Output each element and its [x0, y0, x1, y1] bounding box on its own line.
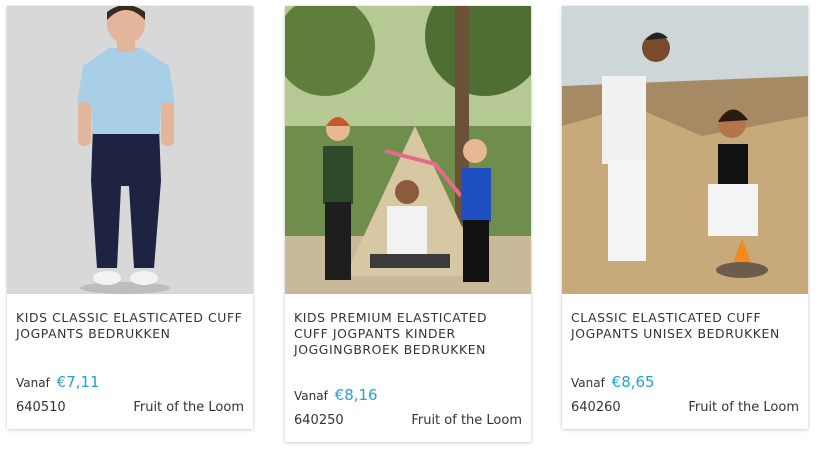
price-row: Vanaf €7,11 — [16, 373, 100, 391]
product-meta: 640250 Fruit of the Loom — [294, 413, 522, 428]
product-brand: Fruit of the Loom — [411, 413, 522, 428]
product-meta: 640510 Fruit of the Loom — [16, 400, 244, 415]
price-row: Vanaf €8,16 — [294, 386, 378, 404]
product-brand: Fruit of the Loom — [688, 400, 799, 415]
product-image[interactable] — [7, 6, 253, 294]
price-prefix: Vanaf — [294, 389, 328, 403]
product-sku: 640250 — [294, 413, 344, 428]
product-title[interactable]: CLASSIC ELASTICATED CUFF JOGPANTS UNISEX… — [571, 310, 803, 342]
price-row: Vanaf €8,65 — [571, 373, 655, 391]
product-sku: 640510 — [16, 400, 66, 415]
price: €8,65 — [611, 373, 655, 391]
product-image[interactable] — [285, 6, 531, 294]
product-brand: Fruit of the Loom — [133, 400, 244, 415]
price: €8,16 — [334, 386, 378, 404]
product-card[interactable]: KIDS PREMIUM ELASTICATED CUFF JOGPANTS K… — [285, 6, 531, 442]
product-image[interactable] — [562, 6, 808, 294]
product-title[interactable]: KIDS PREMIUM ELASTICATED CUFF JOGPANTS K… — [294, 310, 526, 358]
price-prefix: Vanaf — [16, 376, 50, 390]
product-card[interactable]: CLASSIC ELASTICATED CUFF JOGPANTS UNISEX… — [562, 6, 808, 429]
price: €7,11 — [56, 373, 100, 391]
product-card[interactable]: KIDS CLASSIC ELASTICATED CUFF JOGPANTS B… — [7, 6, 253, 429]
product-sku: 640260 — [571, 400, 621, 415]
product-title[interactable]: KIDS CLASSIC ELASTICATED CUFF JOGPANTS B… — [16, 310, 248, 342]
product-meta: 640260 Fruit of the Loom — [571, 400, 799, 415]
price-prefix: Vanaf — [571, 376, 605, 390]
